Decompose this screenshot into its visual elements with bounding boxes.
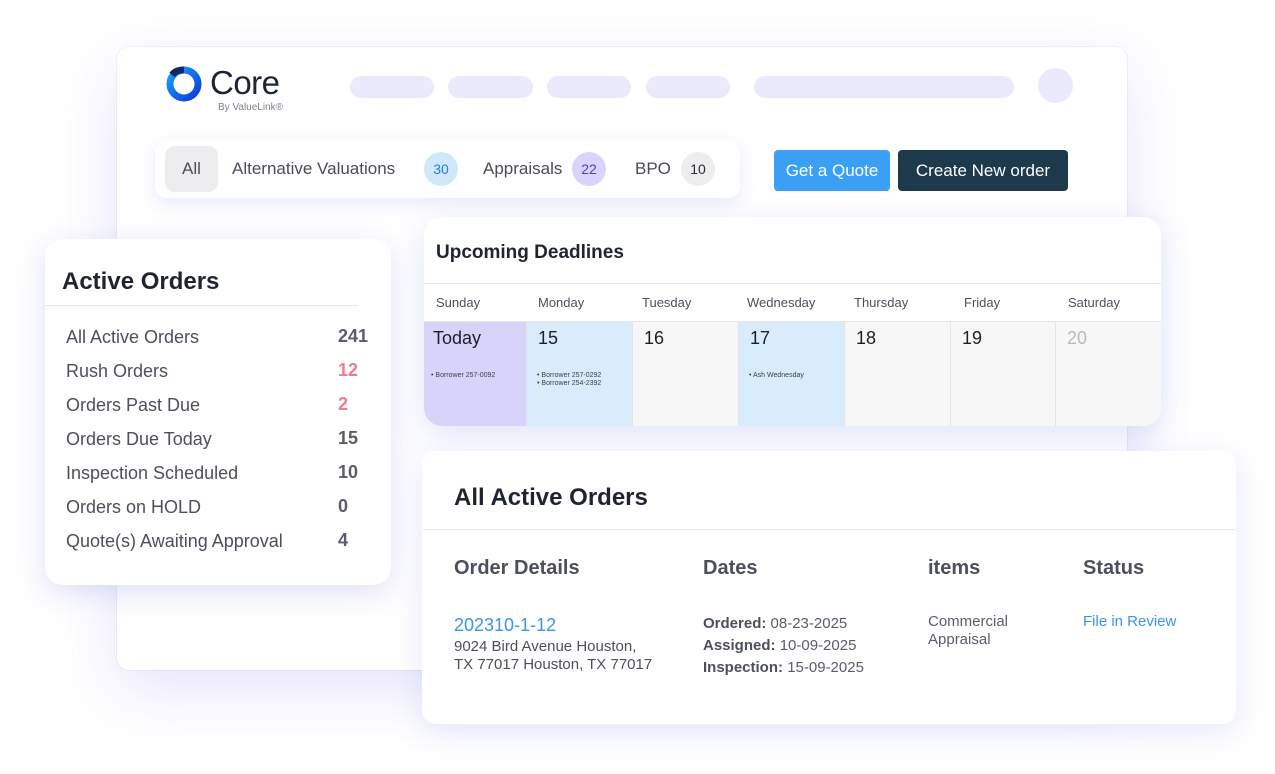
calendar-cell-today[interactable]: Today • Borrower 257-0092 xyxy=(424,322,527,426)
ordered-label: Ordered: xyxy=(703,615,767,632)
calendar-cell[interactable]: 15 • Borrower 257-0292 • Borrower 254-23… xyxy=(527,322,633,426)
nav-placeholder-1[interactable] xyxy=(350,76,434,98)
ordered-value: 08-23-2025 xyxy=(770,615,848,632)
cell-events: • Borrower 257-0092 xyxy=(431,372,495,380)
inspection-value: 15-09-2025 xyxy=(787,659,864,676)
stat-value: 2 xyxy=(338,394,349,414)
order-items: Commercial Appraisal xyxy=(928,613,1008,649)
tab-bpo[interactable]: BPO xyxy=(635,140,671,198)
calendar-title: Upcoming Deadlines xyxy=(436,242,624,263)
create-order-button[interactable]: Create New order xyxy=(898,150,1068,191)
cell-date: 18 xyxy=(856,328,877,348)
inspection-label: Inspection: xyxy=(703,659,784,676)
order-dates: Ordered: 08-23-2025 Assigned: 10-09-2025… xyxy=(703,613,864,679)
divider xyxy=(422,529,1236,530)
divider xyxy=(424,283,1161,284)
tab-count-badge: 10 xyxy=(681,152,715,186)
stat-label[interactable]: Rush Orders xyxy=(66,361,168,382)
assigned-value: 10-09-2025 xyxy=(779,637,857,654)
cell-date: 17 xyxy=(750,328,771,348)
tab-all[interactable]: All xyxy=(165,146,218,192)
cell-date: 16 xyxy=(644,328,665,348)
tab-count-badge: 30 xyxy=(424,152,458,186)
column-header: Status xyxy=(1083,557,1145,579)
weekday-label: Saturday xyxy=(1068,295,1121,310)
all-active-orders-card: All Active Orders Order Details Dates it… xyxy=(422,451,1236,724)
event-item[interactable]: • Borrower 254-2392 xyxy=(537,380,601,388)
inspection-date: Inspection: 15-09-2025 xyxy=(703,657,864,679)
event-item[interactable]: • Ash Wednesday xyxy=(749,372,804,380)
tab-alternative-valuations[interactable]: Alternative Valuations xyxy=(232,140,395,198)
divider xyxy=(45,305,358,306)
order-status-link[interactable]: File in Review xyxy=(1083,613,1176,630)
stat-label[interactable]: Orders on HOLD xyxy=(66,497,201,518)
ordered-date: Ordered: 08-23-2025 xyxy=(703,613,864,635)
calendar-cell[interactable]: 16 xyxy=(633,322,739,426)
item-line: Commercial xyxy=(928,613,1009,630)
tab-label: BPO xyxy=(635,159,671,178)
upcoming-deadlines-card: Upcoming Deadlines Sunday Monday Tuesday… xyxy=(424,217,1161,426)
brand-tagline: By ValueLink® xyxy=(218,102,283,113)
stat-value: 0 xyxy=(338,496,349,516)
assigned-date: Assigned: 10-09-2025 xyxy=(703,635,864,657)
orders-title: All Active Orders xyxy=(454,484,648,511)
order-id-link[interactable]: 202310-1-12 xyxy=(454,615,556,636)
calendar-cell[interactable]: 17 • Ash Wednesday xyxy=(739,322,845,426)
brand-logo[interactable]: Core By ValueLink® xyxy=(166,64,296,118)
address-line: 9024 Bird Avenue Houston, xyxy=(454,638,637,655)
stat-value: 4 xyxy=(338,530,349,550)
event-item[interactable]: • Borrower 257-0092 xyxy=(431,372,495,380)
active-orders-title: Active Orders xyxy=(62,268,220,295)
address-line: TX 77017 Houston, TX 77017 xyxy=(454,656,653,673)
cell-events: • Borrower 257-0292 • Borrower 254-2392 xyxy=(537,372,601,388)
stat-value: 10 xyxy=(338,462,359,482)
weekday-label: Thursday xyxy=(854,295,909,310)
item-line: Appraisal xyxy=(928,631,991,648)
tab-appraisals[interactable]: Appraisals xyxy=(483,140,562,198)
tab-label: Alternative Valuations xyxy=(232,159,396,178)
stat-label[interactable]: Inspection Scheduled xyxy=(66,463,238,484)
tab-count-badge: 22 xyxy=(572,152,606,186)
cell-date: 15 xyxy=(538,328,559,348)
weekday-label: Sunday xyxy=(436,295,481,310)
weekday-label: Tuesday xyxy=(642,295,692,310)
stat-label[interactable]: All Active Orders xyxy=(66,327,199,348)
column-header: Order Details xyxy=(454,557,580,579)
nav-placeholder-4[interactable] xyxy=(646,76,730,98)
stat-label[interactable]: Quote(s) Awaiting Approval xyxy=(66,531,283,552)
core-logo-icon xyxy=(166,66,202,102)
search-placeholder[interactable] xyxy=(754,76,1014,98)
active-orders-card: Active Orders All Active Orders 241 Rush… xyxy=(45,239,391,585)
stat-value: 15 xyxy=(338,428,359,448)
cell-date: Today xyxy=(433,328,482,348)
event-item[interactable]: • Borrower 257-0292 xyxy=(537,372,601,380)
stat-label[interactable]: Orders Past Due xyxy=(66,395,200,416)
nav-placeholder-2[interactable] xyxy=(448,76,533,98)
nav-placeholder-3[interactable] xyxy=(547,76,631,98)
calendar-cell[interactable]: 19 xyxy=(951,322,1056,426)
filter-tabs: All Alternative Valuations 30 Appraisals… xyxy=(155,140,740,198)
avatar[interactable] xyxy=(1038,68,1073,103)
weekday-label: Friday xyxy=(964,295,1001,310)
get-quote-button[interactable]: Get a Quote xyxy=(774,150,890,191)
cell-date: 19 xyxy=(962,328,983,348)
stat-label[interactable]: Orders Due Today xyxy=(66,429,212,450)
calendar-cell[interactable]: 18 xyxy=(845,322,951,426)
stat-value: 12 xyxy=(338,360,359,380)
weekday-label: Wednesday xyxy=(747,295,816,310)
column-header: Dates xyxy=(703,557,758,579)
weekday-label: Monday xyxy=(538,295,585,310)
cell-date: 20 xyxy=(1067,328,1088,348)
order-address: 9024 Bird Avenue Houston, TX 77017 Houst… xyxy=(454,638,652,674)
calendar-cell[interactable]: 20 xyxy=(1056,322,1161,426)
stat-value: 241 xyxy=(338,326,369,346)
assigned-label: Assigned: xyxy=(703,637,776,654)
brand-name: Core xyxy=(210,64,280,101)
cell-events: • Ash Wednesday xyxy=(749,372,804,380)
column-header: items xyxy=(928,557,981,579)
tab-label: Appraisals xyxy=(483,159,563,178)
dashboard-stage: Core By ValueLink® All Alternative Valua… xyxy=(0,0,1275,774)
